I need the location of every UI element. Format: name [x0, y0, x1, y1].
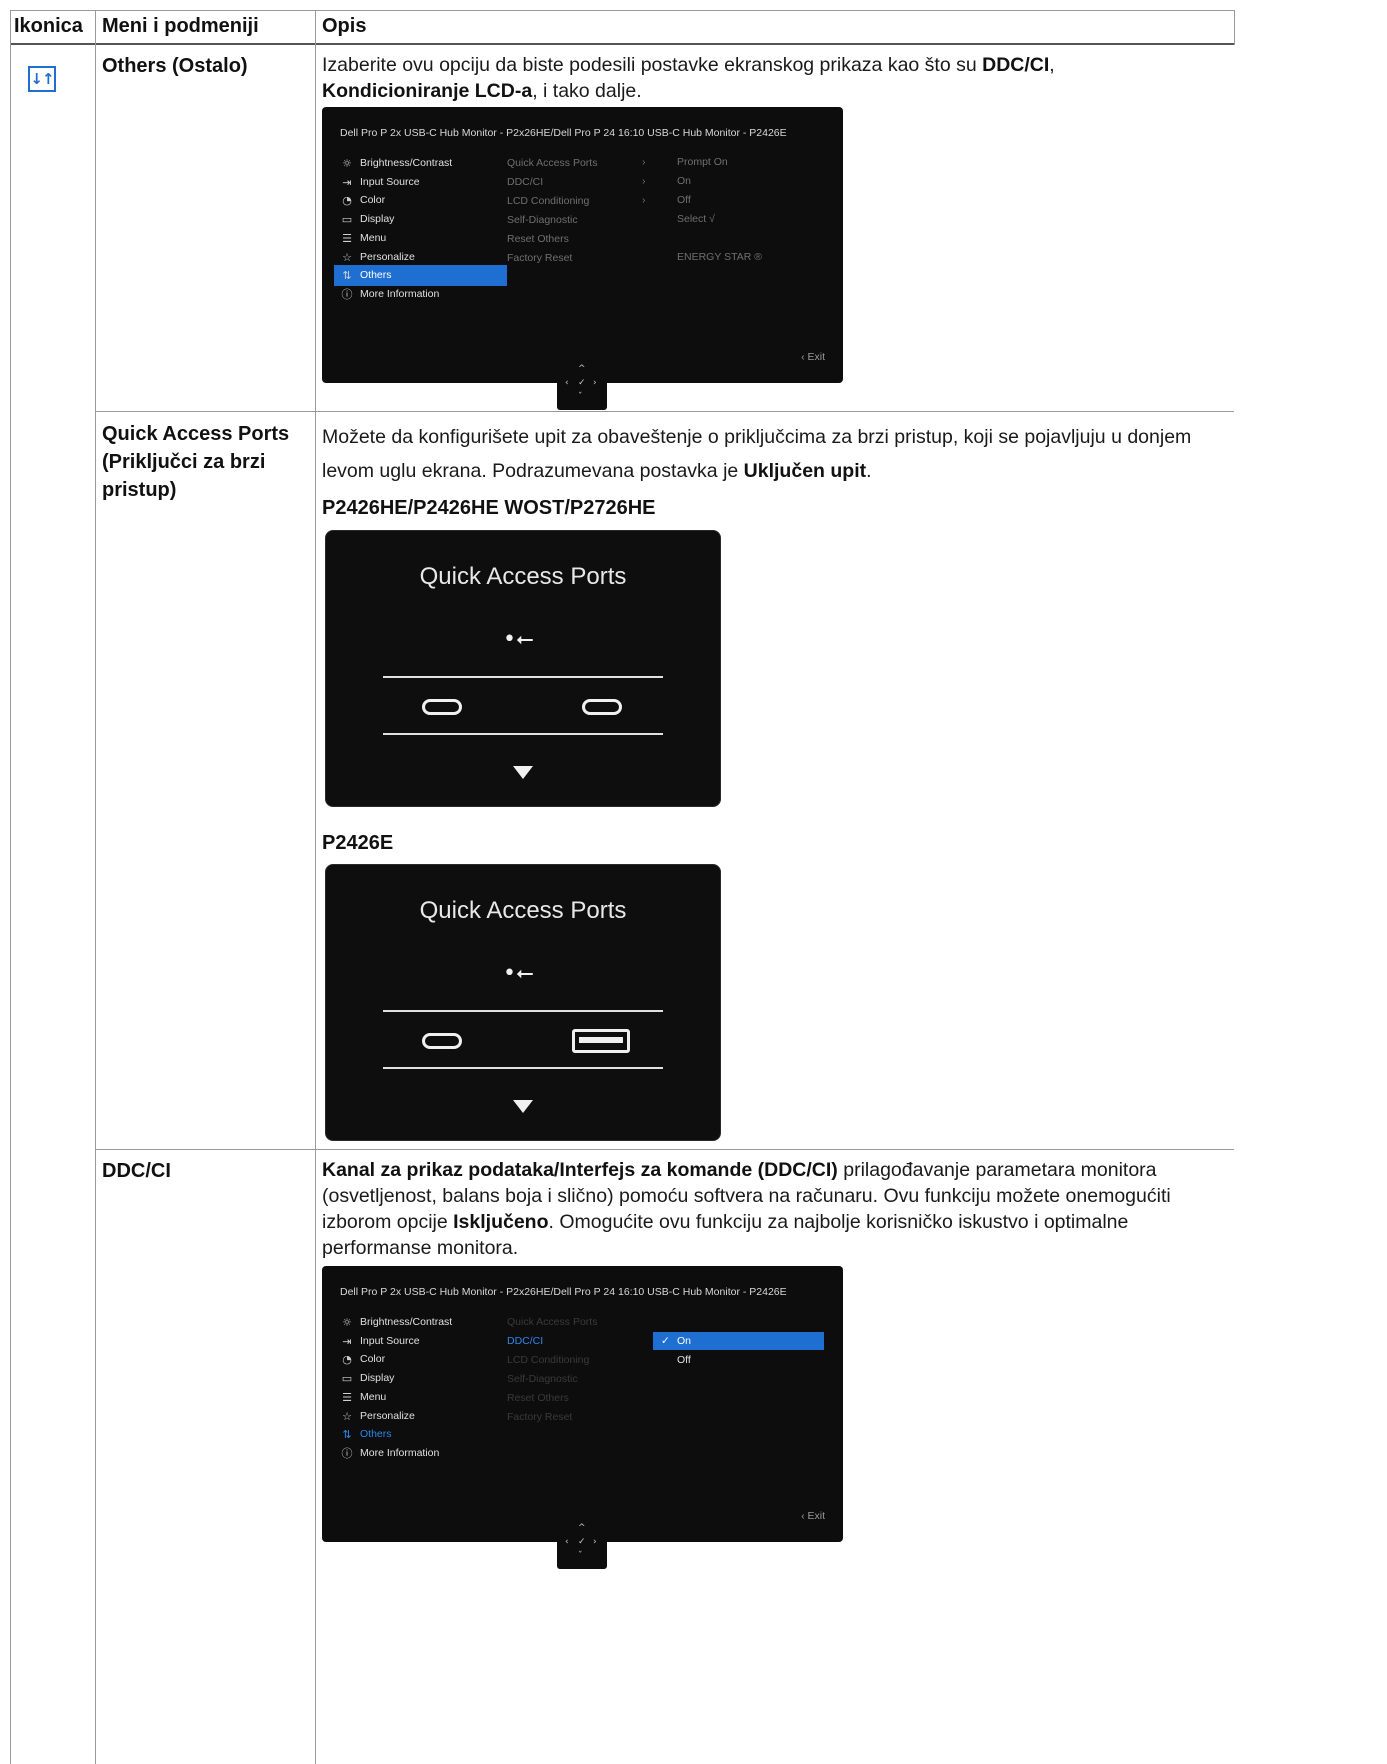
- osd-submenu-item[interactable]: DDC/CI: [507, 173, 543, 191]
- osd-title: Dell Pro P 2x USB-C Hub Monitor - P2x26H…: [340, 1286, 787, 1298]
- joystick-indicator: ^ ‹ ✓ › ˇ: [557, 358, 607, 410]
- text-run: , i tako dalje.: [532, 80, 642, 102]
- joystick-down-icon: ˇ: [578, 392, 583, 402]
- table-top-border: [10, 10, 1234, 11]
- col-border-2: [315, 10, 316, 1764]
- osd-submenu-item[interactable]: Quick Access Ports: [507, 154, 597, 172]
- menu-label-quick-access-ports: Quick Access Ports (Priključci za brzi p…: [102, 423, 290, 501]
- qap-divider: [383, 1010, 663, 1012]
- model-label-1: P2426HE/P2426HE WOST/P2726HE: [322, 497, 656, 519]
- osd-menu-item-label: More Information: [360, 1446, 440, 1459]
- text-run: .: [866, 460, 872, 482]
- osd-option-off[interactable]: Off: [653, 1351, 824, 1369]
- osd-submenu-item[interactable]: DDC/CI: [507, 1332, 543, 1350]
- header-menu-column: Meni i podmeniji: [102, 15, 259, 37]
- menu-label-ddc-ci: DDC/CI: [102, 1160, 171, 1182]
- osd-setting-value: ENERGY STAR ®: [677, 250, 762, 263]
- osd-option-label: On: [677, 1335, 692, 1347]
- joystick-right-icon: ›: [593, 1537, 597, 1547]
- osd-menu-screenshot-ddc-ci: Dell Pro P 2x USB-C Hub Monitor - P2x26H…: [322, 1266, 843, 1542]
- joystick-left-icon: ‹: [565, 1537, 569, 1547]
- usb-c-port-icon: [422, 699, 462, 715]
- info-icon: ⓘ: [341, 1446, 353, 1460]
- joystick-up-icon: ^: [578, 364, 586, 374]
- osd-submenu-item[interactable]: Factory Reset: [507, 249, 572, 267]
- description-ddc-ci: Kanal za prikaz podataka/Interfejs za ko…: [322, 1157, 1217, 1261]
- description-quick-access-ports: Možete da konfigurišete upit za obavešte…: [322, 420, 1202, 488]
- usb-icon: •⭠: [503, 961, 534, 986]
- osd-setting-value: Select √: [677, 212, 715, 225]
- header-description-column: Opis: [322, 15, 367, 37]
- bold-term: Uključen upit: [743, 460, 867, 482]
- osd-exit-button[interactable]: ‹ Exit: [801, 1510, 825, 1522]
- osd-setting-value: Prompt On: [677, 156, 728, 168]
- table-left-border: [10, 10, 11, 1764]
- joystick-up-icon: ^: [578, 1523, 586, 1533]
- col-border-1: [95, 10, 96, 1764]
- osd-menu-item-label: More Information: [360, 287, 440, 300]
- joystick-center-icon: ✓: [578, 1537, 586, 1547]
- scroll-down-icon[interactable]: [513, 766, 533, 779]
- qap-title: Quick Access Ports: [419, 563, 627, 590]
- qap-divider: [383, 733, 663, 735]
- osd-submenu-item[interactable]: LCD Conditioning: [507, 1351, 589, 1369]
- text-run: Izaberite ovu opciju da biste podesili p…: [322, 54, 983, 76]
- osd-menu-item[interactable]: ⓘ More Information: [334, 1443, 507, 1464]
- chevron-right-icon: ›: [642, 174, 646, 187]
- menu-label-others: Others (Ostalo): [102, 55, 248, 77]
- osd-submenu-item[interactable]: Quick Access Ports: [507, 1313, 597, 1331]
- usb-a-port-icon: [572, 1029, 630, 1053]
- osd-option-label: Off: [677, 1353, 691, 1366]
- qap-title: Quick Access Ports: [419, 897, 627, 924]
- osd-setting-value: On: [677, 174, 692, 187]
- quick-access-ports-popup-2: Quick Access Ports •⭠: [325, 864, 721, 1141]
- bold-term: Kanal za prikaz podataka/Interfejs za ko…: [322, 1159, 838, 1181]
- osd-submenu-item[interactable]: Self-Diagnostic: [507, 211, 578, 229]
- osd-submenu-item[interactable]: Reset Others: [507, 1389, 569, 1407]
- model-label-2: P2426E: [322, 832, 394, 854]
- joystick-down-icon: ˇ: [578, 1551, 583, 1561]
- usb-c-port-icon: [422, 1033, 462, 1049]
- quick-access-ports-popup-1: Quick Access Ports •⭠: [325, 530, 721, 807]
- osd-submenu-item[interactable]: Self-Diagnostic: [507, 1370, 578, 1388]
- chevron-right-icon: ›: [642, 156, 646, 168]
- text-run: ,: [1049, 54, 1055, 76]
- info-icon: ⓘ: [341, 287, 353, 301]
- joystick-right-icon: ›: [593, 378, 597, 388]
- bold-term: Kondicioniranje LCD-a: [322, 80, 533, 102]
- row-border-2: [95, 1149, 1234, 1150]
- joystick-indicator: ^ ‹ ✓ › ˇ: [557, 1517, 607, 1569]
- osd-title: Dell Pro P 2x USB-C Hub Monitor - P2x26H…: [340, 127, 787, 139]
- osd-exit-button[interactable]: ‹ Exit: [801, 351, 825, 363]
- bold-term: Isključeno: [453, 1211, 549, 1233]
- osd-menu-screenshot-others: Dell Pro P 2x USB-C Hub Monitor - P2x26H…: [322, 107, 843, 383]
- osd-submenu-item[interactable]: Factory Reset: [507, 1408, 572, 1426]
- chevron-right-icon: ›: [642, 193, 646, 206]
- bold-term: DDC/CI: [982, 54, 1050, 76]
- usb-icon: •⭠: [503, 627, 534, 652]
- qap-divider: [383, 676, 663, 678]
- osd-submenu-item[interactable]: Reset Others: [507, 230, 569, 248]
- qap-divider: [383, 1067, 663, 1069]
- checkmark-icon: ✓: [661, 1335, 670, 1347]
- usb-c-port-icon: [582, 699, 622, 715]
- joystick-left-icon: ‹: [565, 378, 569, 388]
- joystick-center-icon: ✓: [578, 378, 586, 388]
- header-icon-column: Ikonica: [14, 15, 83, 37]
- osd-menu-item[interactable]: ⓘ More Information: [334, 284, 507, 305]
- osd-submenu-item[interactable]: LCD Conditioning: [507, 192, 589, 210]
- osd-option-on[interactable]: ✓ On: [653, 1332, 824, 1350]
- scroll-down-icon[interactable]: [513, 1100, 533, 1113]
- osd-setting-value: Off: [677, 193, 691, 206]
- others-icon: ↓↑: [28, 66, 56, 92]
- header-bottom-border: [10, 43, 1234, 45]
- table-right-border: [1234, 10, 1235, 45]
- row-border-1: [95, 411, 1234, 412]
- description-others: Izaberite ovu opciju da biste podesili p…: [322, 52, 1172, 104]
